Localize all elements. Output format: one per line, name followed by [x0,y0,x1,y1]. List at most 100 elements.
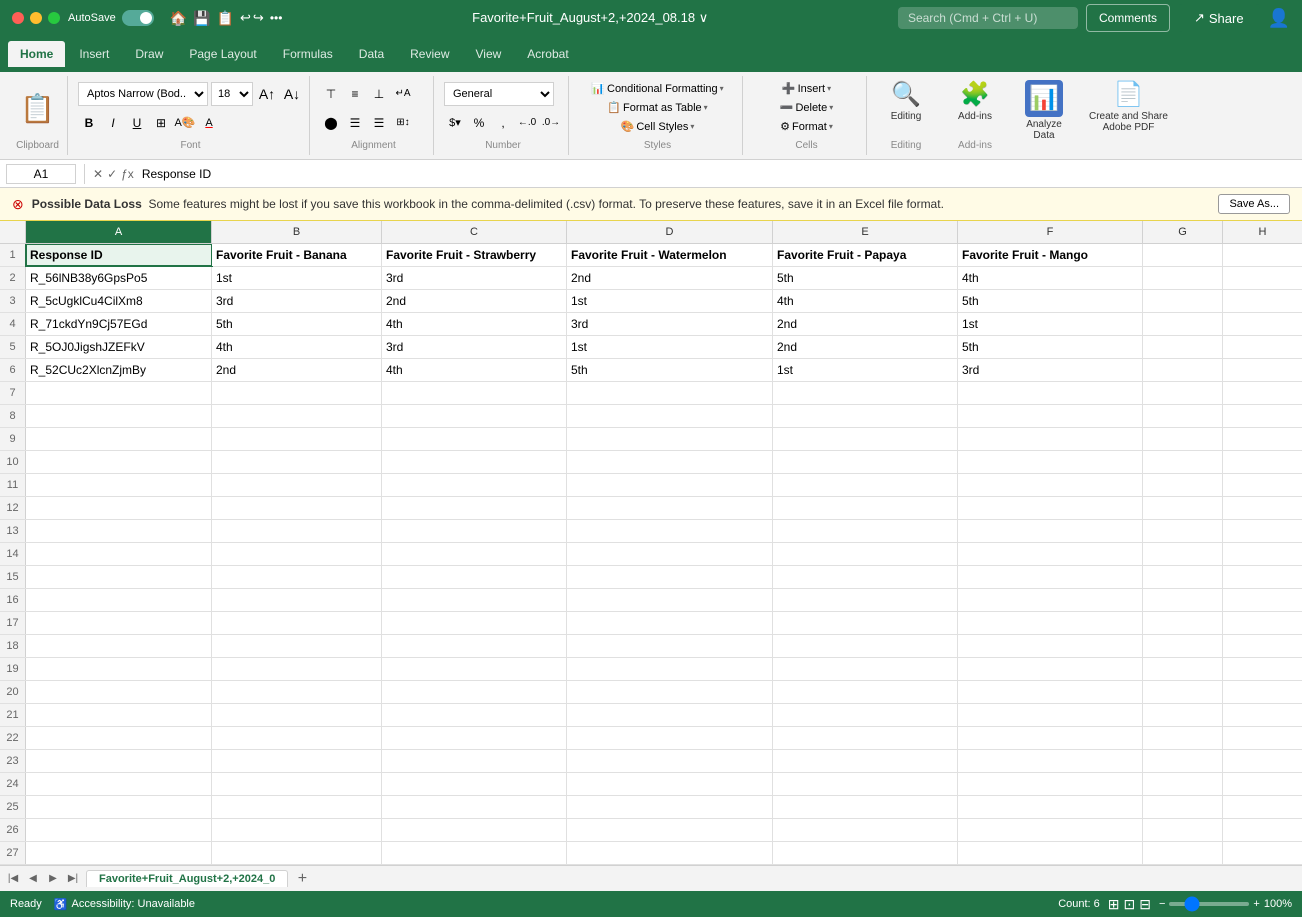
cell-4-A[interactable]: R_71ckdYn9Cj57EGd [26,313,212,335]
cell-7-B[interactable] [212,382,382,404]
cell-5-B[interactable]: 4th [212,336,382,358]
cell-22-G[interactable] [1143,727,1223,749]
row-num-2[interactable]: 2 [0,267,26,289]
cell-6-B[interactable]: 2nd [212,359,382,381]
cell-14-E[interactable] [773,543,958,565]
row-num-26[interactable]: 26 [0,819,26,841]
cell-20-F[interactable] [958,681,1143,703]
cell-10-G[interactable] [1143,451,1223,473]
cell-20-G[interactable] [1143,681,1223,703]
row-num-24[interactable]: 24 [0,773,26,795]
cell-13-G[interactable] [1143,520,1223,542]
cell-7-E[interactable] [773,382,958,404]
maximize-button[interactable] [48,12,60,24]
row-num-18[interactable]: 18 [0,635,26,657]
cell-26-A[interactable] [26,819,212,841]
cell-12-D[interactable] [567,497,773,519]
cell-1-F[interactable]: Favorite Fruit - Mango [958,244,1143,266]
col-header-g[interactable]: G [1143,221,1223,243]
cell-22-F[interactable] [958,727,1143,749]
col-header-d[interactable]: D [567,221,773,243]
row-num-8[interactable]: 8 [0,405,26,427]
font-size-selector[interactable]: 18 [211,82,253,106]
cell-20-D[interactable] [567,681,773,703]
row-num-3[interactable]: 3 [0,290,26,312]
cell-13-A[interactable] [26,520,212,542]
fill-color-button[interactable]: A🎨 [174,112,196,134]
cell-26-F[interactable] [958,819,1143,841]
cell-10-H[interactable] [1223,451,1302,473]
autosave-toggle[interactable]: AutoSave [68,10,154,26]
cell-11-G[interactable] [1143,474,1223,496]
cell-11-E[interactable] [773,474,958,496]
cell-7-C[interactable] [382,382,567,404]
cell-5-C[interactable]: 3rd [382,336,567,358]
cell-4-B[interactable]: 5th [212,313,382,335]
cell-27-D[interactable] [567,842,773,864]
cell-3-B[interactable]: 3rd [212,290,382,312]
tab-data[interactable]: Data [347,41,396,67]
cell-27-E[interactable] [773,842,958,864]
sheet-nav-last[interactable]: ▶| [64,870,82,888]
underline-button[interactable]: U [126,112,148,134]
increase-decimal-btn[interactable]: .0→ [540,112,562,134]
cell-7-F[interactable] [958,382,1143,404]
cell-12-A[interactable] [26,497,212,519]
col-header-h[interactable]: H [1223,221,1302,243]
row-num-1[interactable]: 1 [0,244,26,266]
cell-1-H[interactable] [1223,244,1302,266]
cell-20-C[interactable] [382,681,567,703]
cell-9-G[interactable] [1143,428,1223,450]
tab-formulas[interactable]: Formulas [271,41,345,67]
sheet-nav-prev[interactable]: ◀ [24,870,42,888]
cell-10-F[interactable] [958,451,1143,473]
cell-12-F[interactable] [958,497,1143,519]
tab-draw[interactable]: Draw [123,41,175,67]
cell-9-F[interactable] [958,428,1143,450]
row-num-5[interactable]: 5 [0,336,26,358]
decrease-decimal-btn[interactable]: ←.0 [516,112,538,134]
cell-25-H[interactable] [1223,796,1302,818]
more-icon[interactable]: ••• [270,11,283,25]
cell-17-F[interactable] [958,612,1143,634]
close-button[interactable] [12,12,24,24]
cell-5-D[interactable]: 1st [567,336,773,358]
cell-2-G[interactable] [1143,267,1223,289]
undo-icon[interactable]: ↩ [240,10,251,26]
cell-27-G[interactable] [1143,842,1223,864]
cell-22-D[interactable] [567,727,773,749]
profile-icon[interactable]: 👤 [1268,8,1290,29]
sheet-nav-first[interactable]: |◀ [4,870,22,888]
cell-12-H[interactable] [1223,497,1302,519]
cell-15-E[interactable] [773,566,958,588]
cell-2-H[interactable] [1223,267,1302,289]
cell-24-C[interactable] [382,773,567,795]
col-header-b[interactable]: B [212,221,382,243]
cell-21-G[interactable] [1143,704,1223,726]
cell-12-E[interactable] [773,497,958,519]
cell-16-D[interactable] [567,589,773,611]
cell-1-C[interactable]: Favorite Fruit - Strawberry [382,244,567,266]
cell-10-D[interactable] [567,451,773,473]
cell-14-A[interactable] [26,543,212,565]
col-header-f[interactable]: F [958,221,1143,243]
cell-reference-input[interactable] [6,164,76,184]
cell-18-D[interactable] [567,635,773,657]
cell-6-F[interactable]: 3rd [958,359,1143,381]
tab-review[interactable]: Review [398,41,461,67]
cell-10-C[interactable] [382,451,567,473]
tab-home[interactable]: Home [8,41,65,67]
row-num-20[interactable]: 20 [0,681,26,703]
cell-16-B[interactable] [212,589,382,611]
cell-26-E[interactable] [773,819,958,841]
cell-19-B[interactable] [212,658,382,680]
increase-font-btn[interactable]: A↑ [256,83,278,105]
cell-5-H[interactable] [1223,336,1302,358]
cell-17-A[interactable] [26,612,212,634]
cell-styles-btn[interactable]: 🎨 Cell Styles ▾ [617,118,699,135]
cell-3-F[interactable]: 5th [958,290,1143,312]
percent-btn[interactable]: % [468,112,490,134]
cell-18-E[interactable] [773,635,958,657]
cell-19-C[interactable] [382,658,567,680]
cell-13-E[interactable] [773,520,958,542]
